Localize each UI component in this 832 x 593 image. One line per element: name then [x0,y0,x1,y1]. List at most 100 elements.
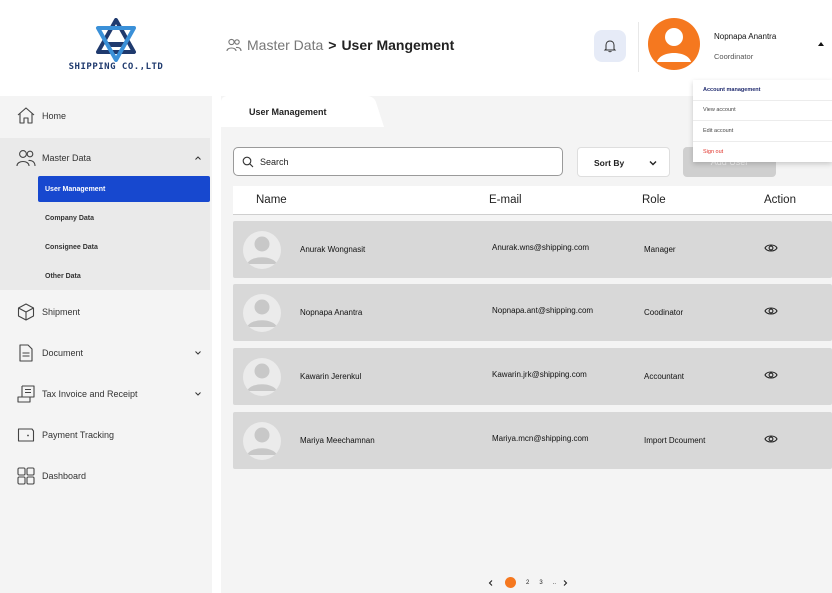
row-role: Coodinator [644,308,684,317]
star-of-david-ship-logo-icon [96,18,136,62]
page-2[interactable]: 2 [526,580,529,586]
users-icon [16,150,36,167]
page-ellipsis: .. [552,579,557,586]
sidebar-item-shipment[interactable]: Shipment [0,300,212,324]
sort-by-dropdown[interactable]: Sort By [577,147,670,177]
row-name: Kawarin Jerenkul [300,372,362,381]
sidebar-item-home[interactable]: Home [0,104,212,128]
eye-icon[interactable] [764,434,778,444]
wallet-icon [17,428,35,442]
chevron-down-icon[interactable] [194,349,202,357]
breadcrumb: Master Data > User Mangement [226,37,454,53]
breadcrumb-current: User Mangement [341,37,455,53]
table-row[interactable]: Anurak Wongnasit Anurak.wns@shipping.com… [233,221,832,278]
sidebar-label-tax-invoice: Tax Invoice and Receipt [42,389,138,399]
sidebar-item-other-data[interactable]: Other Data [38,263,210,289]
sidebar-label-payment-tracking: Payment Tracking [42,430,115,440]
avatar [243,422,281,460]
sidebar-item-payment-tracking[interactable]: Payment Tracking [0,423,212,447]
sidebar-item-master-data[interactable]: Master Data [0,146,212,170]
document-icon [19,344,33,362]
row-email: Nopnapa.ant@shipping.com [492,306,594,315]
sidebar: Home Master Data User Management Company… [0,96,212,593]
breadcrumb-master-data[interactable]: Master Data [247,37,323,53]
sidebar-item-tax-invoice[interactable]: Tax Invoice and Receipt [0,382,212,406]
app-header: SHIPPING CO.,LTD Master Data > User Mang… [0,0,832,80]
dashboard-grid-icon [17,467,35,485]
row-email: Kawarin.jrk@shipping.com [492,370,587,379]
eye-icon[interactable] [764,370,778,380]
account-menu: Account management View account Edit acc… [693,80,832,162]
sidebar-label-document: Document [42,348,84,358]
user-role: Coordinator [714,52,754,61]
master-data-group: Master Data User Management Company Data… [0,138,210,290]
sidebar-label-dashboard: Dashboard [42,471,87,481]
table-header: Name E-mail Role Action [233,186,832,215]
avatar [243,294,281,332]
user-name[interactable]: Nopnapa Anantra [714,32,776,41]
row-email: Mariya.mcn@shipping.com [492,434,589,443]
bell-icon [603,40,617,53]
notification-button[interactable] [594,30,626,62]
user-avatar[interactable] [648,18,700,70]
user-silhouette-icon [247,427,277,455]
sidebar-label-home: Home [42,111,67,121]
column-header-action: Action [764,194,796,206]
avatar [243,231,281,269]
box-icon [17,303,35,321]
sidebar-item-user-management[interactable]: User Management [38,176,210,202]
pagination: 1 2 3 .. [487,577,569,588]
users-icon [226,38,242,52]
user-silhouette-icon [657,28,691,62]
table-row[interactable]: Mariya Meechamnan Mariya.mcn@shipping.co… [233,412,832,469]
tab-user-management[interactable]: User Management [221,96,371,127]
column-header-name[interactable]: Name [256,194,287,206]
sidebar-item-consignee-data[interactable]: Consignee Data [38,234,210,260]
sidebar-label-master-data: Master Data [42,153,92,163]
page-1-active[interactable]: 1 [505,577,516,588]
user-silhouette-icon [247,363,277,391]
chevron-right-icon[interactable] [561,579,569,587]
sort-by-label: Sort By [594,158,625,168]
home-icon [17,107,35,124]
row-role: Manager [644,245,676,254]
sidebar-item-dashboard[interactable]: Dashboard [0,464,212,488]
eye-icon[interactable] [764,243,778,253]
row-role: Import Dcoument [644,436,706,445]
company-name: SHIPPING CO.,LTD [68,62,164,72]
row-email: Anurak.wns@shipping.com [492,243,590,252]
page-3[interactable]: 3 [539,580,542,586]
main-content: User Management Sort By Add User Name E-… [221,96,832,593]
column-header-role[interactable]: Role [642,194,666,206]
search-icon [242,156,254,167]
search-box[interactable] [233,147,563,176]
menu-item-sign-out[interactable]: Sign out [693,142,832,163]
chevron-down-icon [649,161,657,166]
chevron-left-icon[interactable] [487,579,495,587]
user-silhouette-icon [247,236,277,264]
receipt-icon [17,385,35,403]
menu-item-account-management[interactable]: Account management [693,80,832,101]
menu-item-view-account[interactable]: View account [693,101,832,121]
table-row[interactable]: Nopnapa Anantra Nopnapa.ant@shipping.com… [233,284,832,341]
sidebar-label-shipment: Shipment [42,307,81,317]
column-header-email[interactable]: E-mail [489,194,522,206]
chevron-up-icon[interactable] [194,154,202,162]
user-silhouette-icon [247,299,277,327]
chevron-down-icon[interactable] [194,390,202,398]
search-input[interactable] [260,156,550,167]
row-name: Nopnapa Anantra [300,308,363,317]
row-name: Mariya Meechamnan [300,436,375,445]
sidebar-item-company-data[interactable]: Company Data [38,205,210,231]
company-logo[interactable]: SHIPPING CO.,LTD [56,18,176,73]
breadcrumb-separator: > [328,37,337,53]
tab-label: User Management [249,107,327,117]
eye-icon[interactable] [764,306,778,316]
caret-up-icon[interactable] [818,42,824,46]
row-name: Anurak Wongnasit [300,245,366,254]
menu-item-edit-account[interactable]: Edit account [693,121,832,142]
table-row[interactable]: Kawarin Jerenkul Kawarin.jrk@shipping.co… [233,348,832,405]
header-divider [638,22,639,72]
row-role: Accountant [644,372,685,381]
sidebar-item-document[interactable]: Document [0,341,212,365]
